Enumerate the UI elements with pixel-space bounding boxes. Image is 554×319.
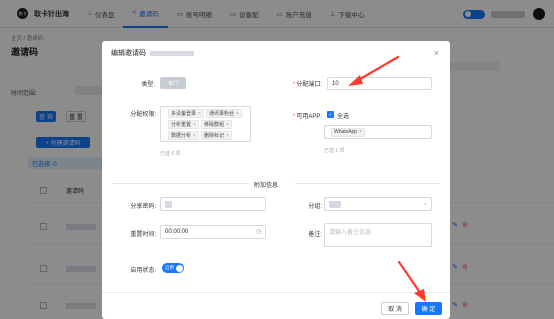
tag-close-icon[interactable]: ×	[226, 122, 229, 128]
enable-status-text: 启用	[165, 265, 174, 270]
chevron-down-icon: ⌄	[423, 201, 429, 207]
group-label: 分组:	[308, 204, 322, 210]
slot-label-text: 分配端口:	[296, 82, 322, 88]
group-redacted	[329, 200, 341, 208]
app-count: 已选 1 项	[324, 148, 345, 154]
modal-footer-divider	[102, 292, 450, 293]
type-label: 类型:	[141, 82, 155, 88]
tag-close-icon[interactable]: ×	[193, 122, 196, 128]
permission-tag: 删除标记 ×	[200, 131, 232, 140]
permission-tag: 分析重置 ×	[168, 120, 199, 129]
modal-header: 编辑邀请码	[102, 41, 450, 65]
reset-time-input[interactable]: 00:00:00	[160, 225, 266, 239]
remark-label: 备注:	[308, 232, 322, 238]
slot-label: *分配端口:	[292, 82, 322, 88]
group-select[interactable]	[324, 197, 432, 211]
enable-status-toggle[interactable]: 启用	[162, 263, 184, 273]
app-label: *可用APP:	[292, 114, 322, 120]
remark-textarea[interactable]: 请输入备注信息	[324, 223, 432, 247]
enable-status-label: 启用状态:	[130, 268, 156, 274]
permission-tag: 多设备登录 ×	[168, 109, 204, 118]
permission-tag: 数据分析 ×	[168, 131, 199, 140]
select-all-label: 全选	[337, 114, 350, 120]
tag-close-icon[interactable]: ×	[226, 133, 229, 139]
modal-title: 编辑邀请码	[111, 50, 146, 57]
tag-close-icon[interactable]: ×	[198, 111, 201, 117]
tag-close-icon[interactable]: ×	[193, 133, 196, 139]
reset-time-label: 重置时间:	[130, 232, 156, 238]
edit-invite-modal: 编辑邀请码 × 类型: 单门 *分配端口: 10 分配权限: 多设备登录 × 通讯…	[102, 41, 450, 319]
close-icon[interactable]: ×	[434, 48, 439, 58]
clock-icon: ◷	[256, 229, 262, 235]
section-divider	[112, 183, 249, 184]
tag-close-icon[interactable]: ×	[359, 129, 362, 135]
share-code-label: 分享密码:	[130, 204, 156, 210]
confirm-button[interactable]: 确 定	[415, 302, 442, 315]
tag-close-icon[interactable]: ×	[236, 111, 239, 117]
select-all-checkbox[interactable]: ✓	[327, 111, 334, 118]
share-code-redacted	[165, 200, 172, 208]
app-tag: WhatsApp ×	[331, 127, 365, 137]
modal-title-redacted	[150, 50, 194, 56]
slot-input[interactable]: 10	[327, 77, 432, 90]
permission-select[interactable]: 多设备登录 × 通讯录粉丝 × 分析重置 × 移除群组 × 数据分析 × 删除标记 ×	[160, 106, 251, 142]
permission-label: 分配权限:	[130, 112, 156, 118]
section-divider	[295, 183, 440, 184]
section-title: 附加信息	[254, 183, 279, 189]
app-select[interactable]: WhatsApp ×	[324, 125, 432, 139]
permission-count: 已选 6 项	[160, 151, 181, 157]
cancel-button[interactable]: 取 消	[381, 302, 409, 315]
share-code-input[interactable]	[160, 197, 266, 211]
type-value: 单门	[160, 77, 186, 89]
permission-tag: 通讯录粉丝 ×	[205, 109, 242, 118]
permission-tag: 移除群组 ×	[200, 120, 232, 129]
app-label-text: 可用APP:	[296, 114, 322, 120]
